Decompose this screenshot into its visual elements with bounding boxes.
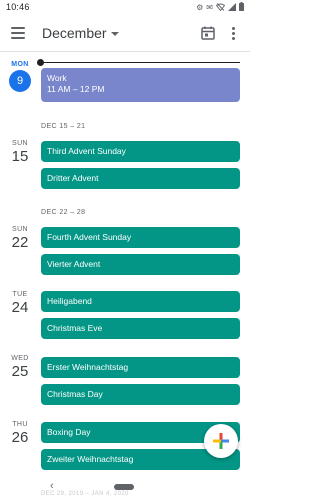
day-of-month: 25 bbox=[11, 363, 29, 380]
mail-icon: ✉ bbox=[206, 3, 213, 12]
day-of-month: 24 bbox=[11, 299, 29, 316]
event-dritter-advent[interactable]: Dritter Advent bbox=[41, 168, 240, 189]
dropdown-arrow-icon bbox=[110, 32, 119, 36]
signal-icon bbox=[228, 2, 236, 14]
day-of-month: 15 bbox=[11, 148, 29, 165]
more-vert-icon[interactable] bbox=[228, 25, 238, 41]
status-icons: ⚙ ✉ bbox=[196, 2, 244, 14]
month-selector[interactable]: December bbox=[42, 25, 119, 41]
event-erster-weihnachtstag[interactable]: Erster Weihnachtstag bbox=[41, 357, 240, 378]
add-icon bbox=[213, 433, 229, 449]
day-of-week: SUN bbox=[12, 226, 28, 233]
event-time: 11 AM – 12 PM bbox=[47, 84, 105, 94]
day-of-week: THU bbox=[12, 421, 28, 428]
faded-week-range: DEC 29, 2019 – JAN 4, 2020 bbox=[41, 491, 129, 497]
system-nav-bar: DEC 29, 2019 – JAN 4, 2020 ‹ bbox=[0, 476, 250, 500]
day-label-mon-9[interactable]: MON 9 bbox=[4, 61, 36, 92]
event-fourth-advent-sunday[interactable]: Fourth Advent Sunday bbox=[41, 227, 240, 248]
status-bar: 10:46 ⚙ ✉ bbox=[0, 0, 250, 15]
app-bar-divider bbox=[0, 51, 250, 52]
event-title: Work bbox=[47, 73, 67, 83]
app-bar: December bbox=[0, 16, 250, 50]
event-christmas-day[interactable]: Christmas Day bbox=[41, 384, 240, 405]
day-of-week: MON bbox=[11, 61, 29, 68]
settings-icon: ⚙ bbox=[196, 3, 204, 12]
day-label-tue-24[interactable]: TUE 24 bbox=[4, 291, 36, 316]
event-heiligabend[interactable]: Heiligabend bbox=[41, 291, 240, 312]
create-event-fab[interactable] bbox=[204, 424, 238, 458]
day-of-month: 26 bbox=[11, 429, 29, 446]
battery-icon bbox=[239, 2, 244, 14]
day-of-week: WED bbox=[11, 355, 29, 362]
home-pill-icon[interactable] bbox=[114, 484, 134, 490]
day-of-week: TUE bbox=[12, 291, 28, 298]
week-range-label: DEC 15 – 21 bbox=[41, 123, 86, 130]
event-christmas-eve[interactable]: Christmas Eve bbox=[41, 318, 240, 339]
day-label-wed-25[interactable]: WED 25 bbox=[4, 355, 36, 380]
menu-icon[interactable] bbox=[8, 23, 28, 43]
month-title: December bbox=[42, 25, 107, 41]
event-work[interactable]: Work 11 AM – 12 PM bbox=[41, 68, 240, 102]
today-date-circle: 9 bbox=[9, 70, 31, 92]
week-range-label: DEC 22 – 28 bbox=[41, 209, 86, 216]
day-label-sun-22[interactable]: SUN 22 bbox=[4, 226, 36, 251]
back-icon[interactable]: ‹ bbox=[50, 480, 54, 492]
event-vierter-advent[interactable]: Vierter Advent bbox=[41, 254, 240, 275]
event-third-advent-sunday[interactable]: Third Advent Sunday bbox=[41, 141, 240, 162]
status-time: 10:46 bbox=[6, 2, 30, 12]
day-of-week: SUN bbox=[12, 140, 28, 147]
current-time-line bbox=[40, 62, 240, 63]
day-label-sun-15[interactable]: SUN 15 bbox=[4, 140, 36, 165]
day-label-thu-26[interactable]: THU 26 bbox=[4, 421, 36, 446]
wifi-off-icon bbox=[215, 2, 226, 14]
day-of-month: 22 bbox=[11, 234, 29, 251]
calendar-today-icon[interactable] bbox=[200, 25, 216, 41]
